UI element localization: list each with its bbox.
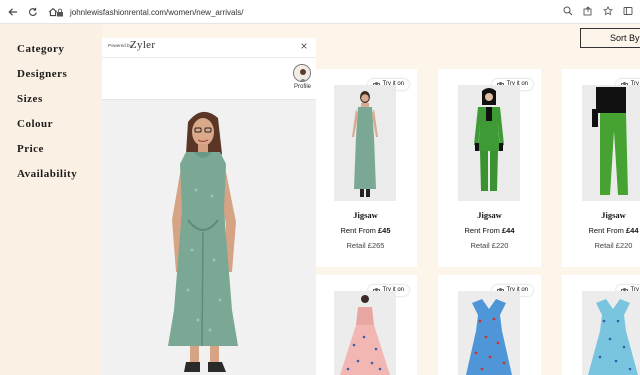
retail-price: Retail £220 — [594, 241, 633, 250]
filter-sizes[interactable]: Sizes — [17, 92, 102, 117]
filter-sidebar: Category Designers Sizes Colour Price Av… — [0, 24, 102, 375]
try-on-model-image — [102, 100, 316, 375]
rent-price: Rent From £45 — [340, 226, 391, 235]
star-icon[interactable] — [602, 5, 614, 17]
profile-icon[interactable] — [622, 5, 634, 17]
designer-name: Jigsaw — [601, 210, 626, 220]
filter-price[interactable]: Price — [17, 142, 102, 167]
product-image[interactable] — [458, 291, 520, 375]
rent-price: Rent From £44 — [588, 226, 639, 235]
share-icon[interactable] — [582, 5, 594, 17]
reload-icon[interactable] — [26, 5, 40, 19]
product-image[interactable] — [582, 291, 640, 375]
product-image[interactable] — [582, 85, 640, 201]
back-arrow-icon[interactable] — [6, 5, 20, 19]
filter-designers[interactable]: Designers — [17, 67, 102, 92]
close-icon[interactable]: × — [298, 40, 310, 52]
profile-avatar[interactable] — [293, 64, 311, 82]
rent-price: Rent From £44 — [464, 226, 515, 235]
address-bar[interactable]: johnlewisfashionrental.com/women/new_arr… — [56, 4, 632, 20]
profile-label[interactable]: Profile — [294, 84, 311, 90]
retail-price: Retail £265 — [346, 241, 385, 250]
filter-availability[interactable]: Availability — [17, 167, 102, 192]
virtual-try-on-panel: Powered by Zyler × Profile — [102, 38, 316, 375]
product-card[interactable]: Try it on — [438, 275, 541, 375]
sort-by-button[interactable]: Sort By — [580, 28, 640, 48]
profile-bar: Profile — [102, 58, 316, 100]
product-card[interactable]: Try it on — [314, 275, 417, 375]
product-image[interactable] — [458, 85, 520, 201]
designer-name: Jigsaw — [353, 210, 378, 220]
browser-toolbar: johnlewisfashionrental.com/women/new_arr… — [0, 0, 640, 24]
filter-category[interactable]: Category — [17, 42, 102, 67]
retail-price: Retail £220 — [470, 241, 509, 250]
product-card[interactable]: Try it on — [562, 275, 640, 375]
zoom-icon[interactable] — [562, 5, 574, 17]
try-on-panel-header: Powered by Zyler × — [102, 38, 316, 58]
product-image[interactable] — [334, 85, 396, 201]
page-content: Category Designers Sizes Colour Price Av… — [0, 24, 640, 375]
powered-by-label: Powered by — [108, 43, 132, 48]
url-text: johnlewisfashionrental.com/women/new_arr… — [70, 7, 244, 17]
designer-name: Jigsaw — [477, 210, 502, 220]
product-card[interactable]: Try it on Jigsaw Rent From £44 Retail £2… — [562, 69, 640, 267]
lock-icon — [57, 8, 63, 16]
product-card[interactable]: Try it on Jigsaw Rent From £45 Retail £2… — [314, 69, 417, 267]
product-image[interactable] — [334, 291, 396, 375]
product-card[interactable]: Try it on Jigsaw Rent From £44 Retail £2… — [438, 69, 541, 267]
zyler-logo: Zyler — [130, 39, 156, 51]
filter-colour[interactable]: Colour — [17, 117, 102, 142]
